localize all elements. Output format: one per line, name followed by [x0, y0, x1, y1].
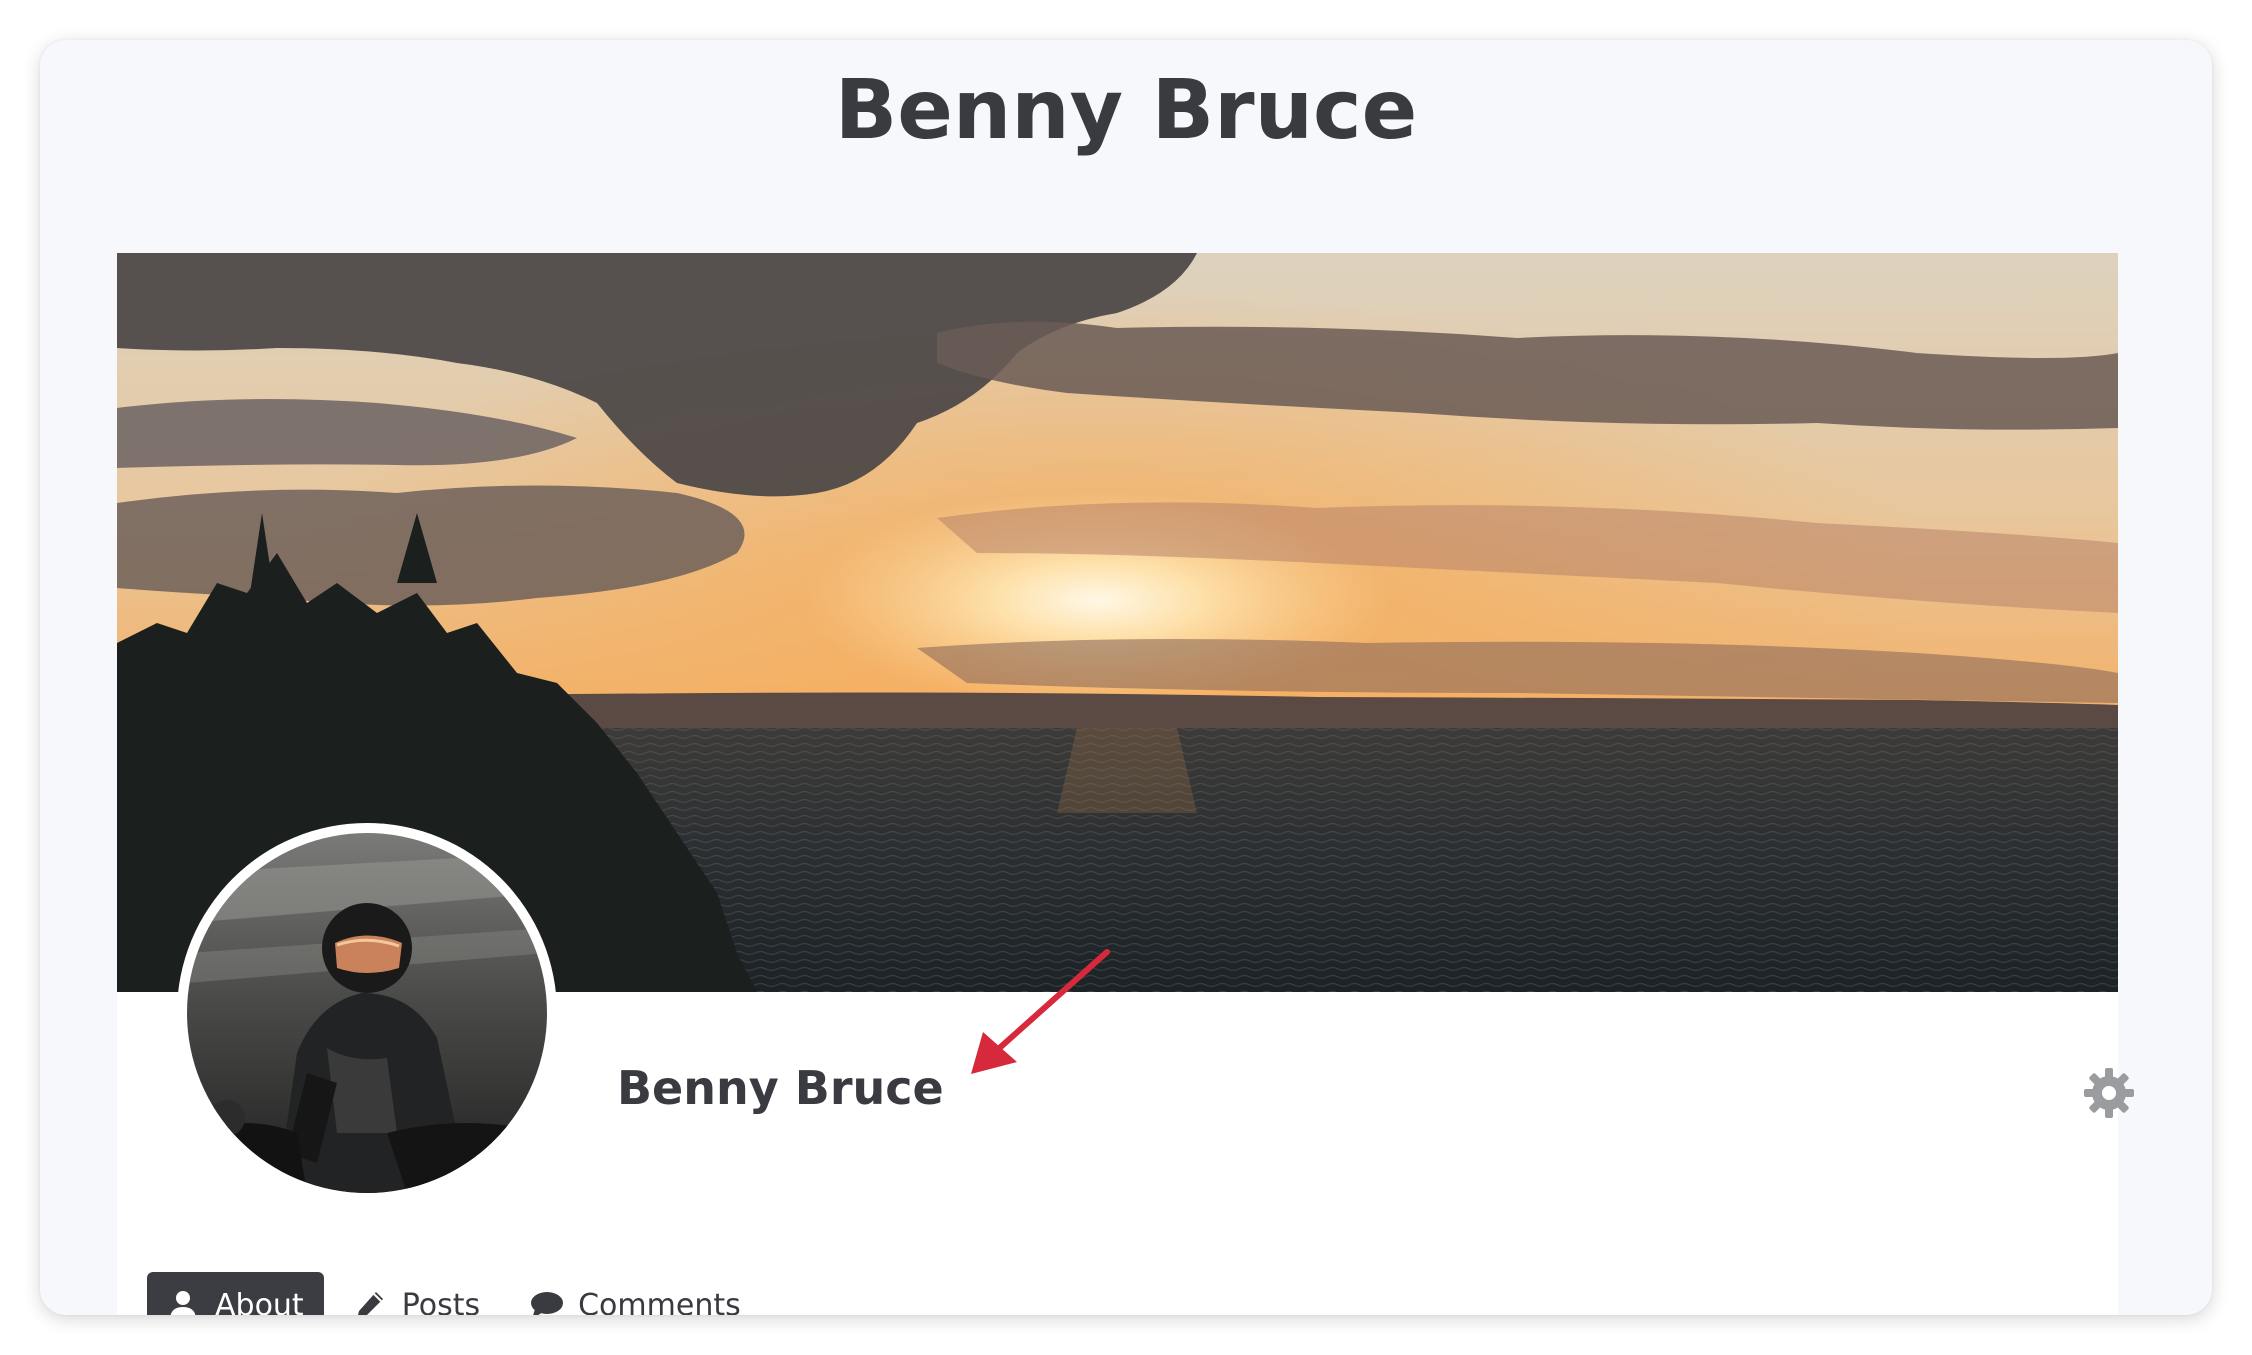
tab-about-label: About	[215, 1287, 304, 1316]
tab-about[interactable]: About	[147, 1272, 324, 1315]
tab-posts-label: Posts	[401, 1287, 481, 1316]
avatar[interactable]	[177, 823, 557, 1203]
tab-comments[interactable]: Comments	[510, 1272, 761, 1315]
profile-name: Benny Bruce	[617, 1061, 944, 1115]
user-icon	[167, 1289, 199, 1315]
gear-icon[interactable]	[2083, 1067, 2135, 1119]
pencil-icon	[354, 1289, 386, 1315]
tab-comments-label: Comments	[578, 1287, 741, 1316]
comment-icon	[530, 1289, 564, 1315]
avatar-photo	[187, 833, 547, 1193]
profile-tabs: About Posts Comments	[147, 1272, 771, 1315]
profile-panel: Benny Bruce	[117, 253, 2134, 1315]
tab-posts[interactable]: Posts	[334, 1272, 500, 1315]
profile-card: Benny Bruce Benny Bruce About Posts Comm…	[40, 40, 2212, 1315]
page-title: Benny Bruce	[834, 63, 1418, 158]
